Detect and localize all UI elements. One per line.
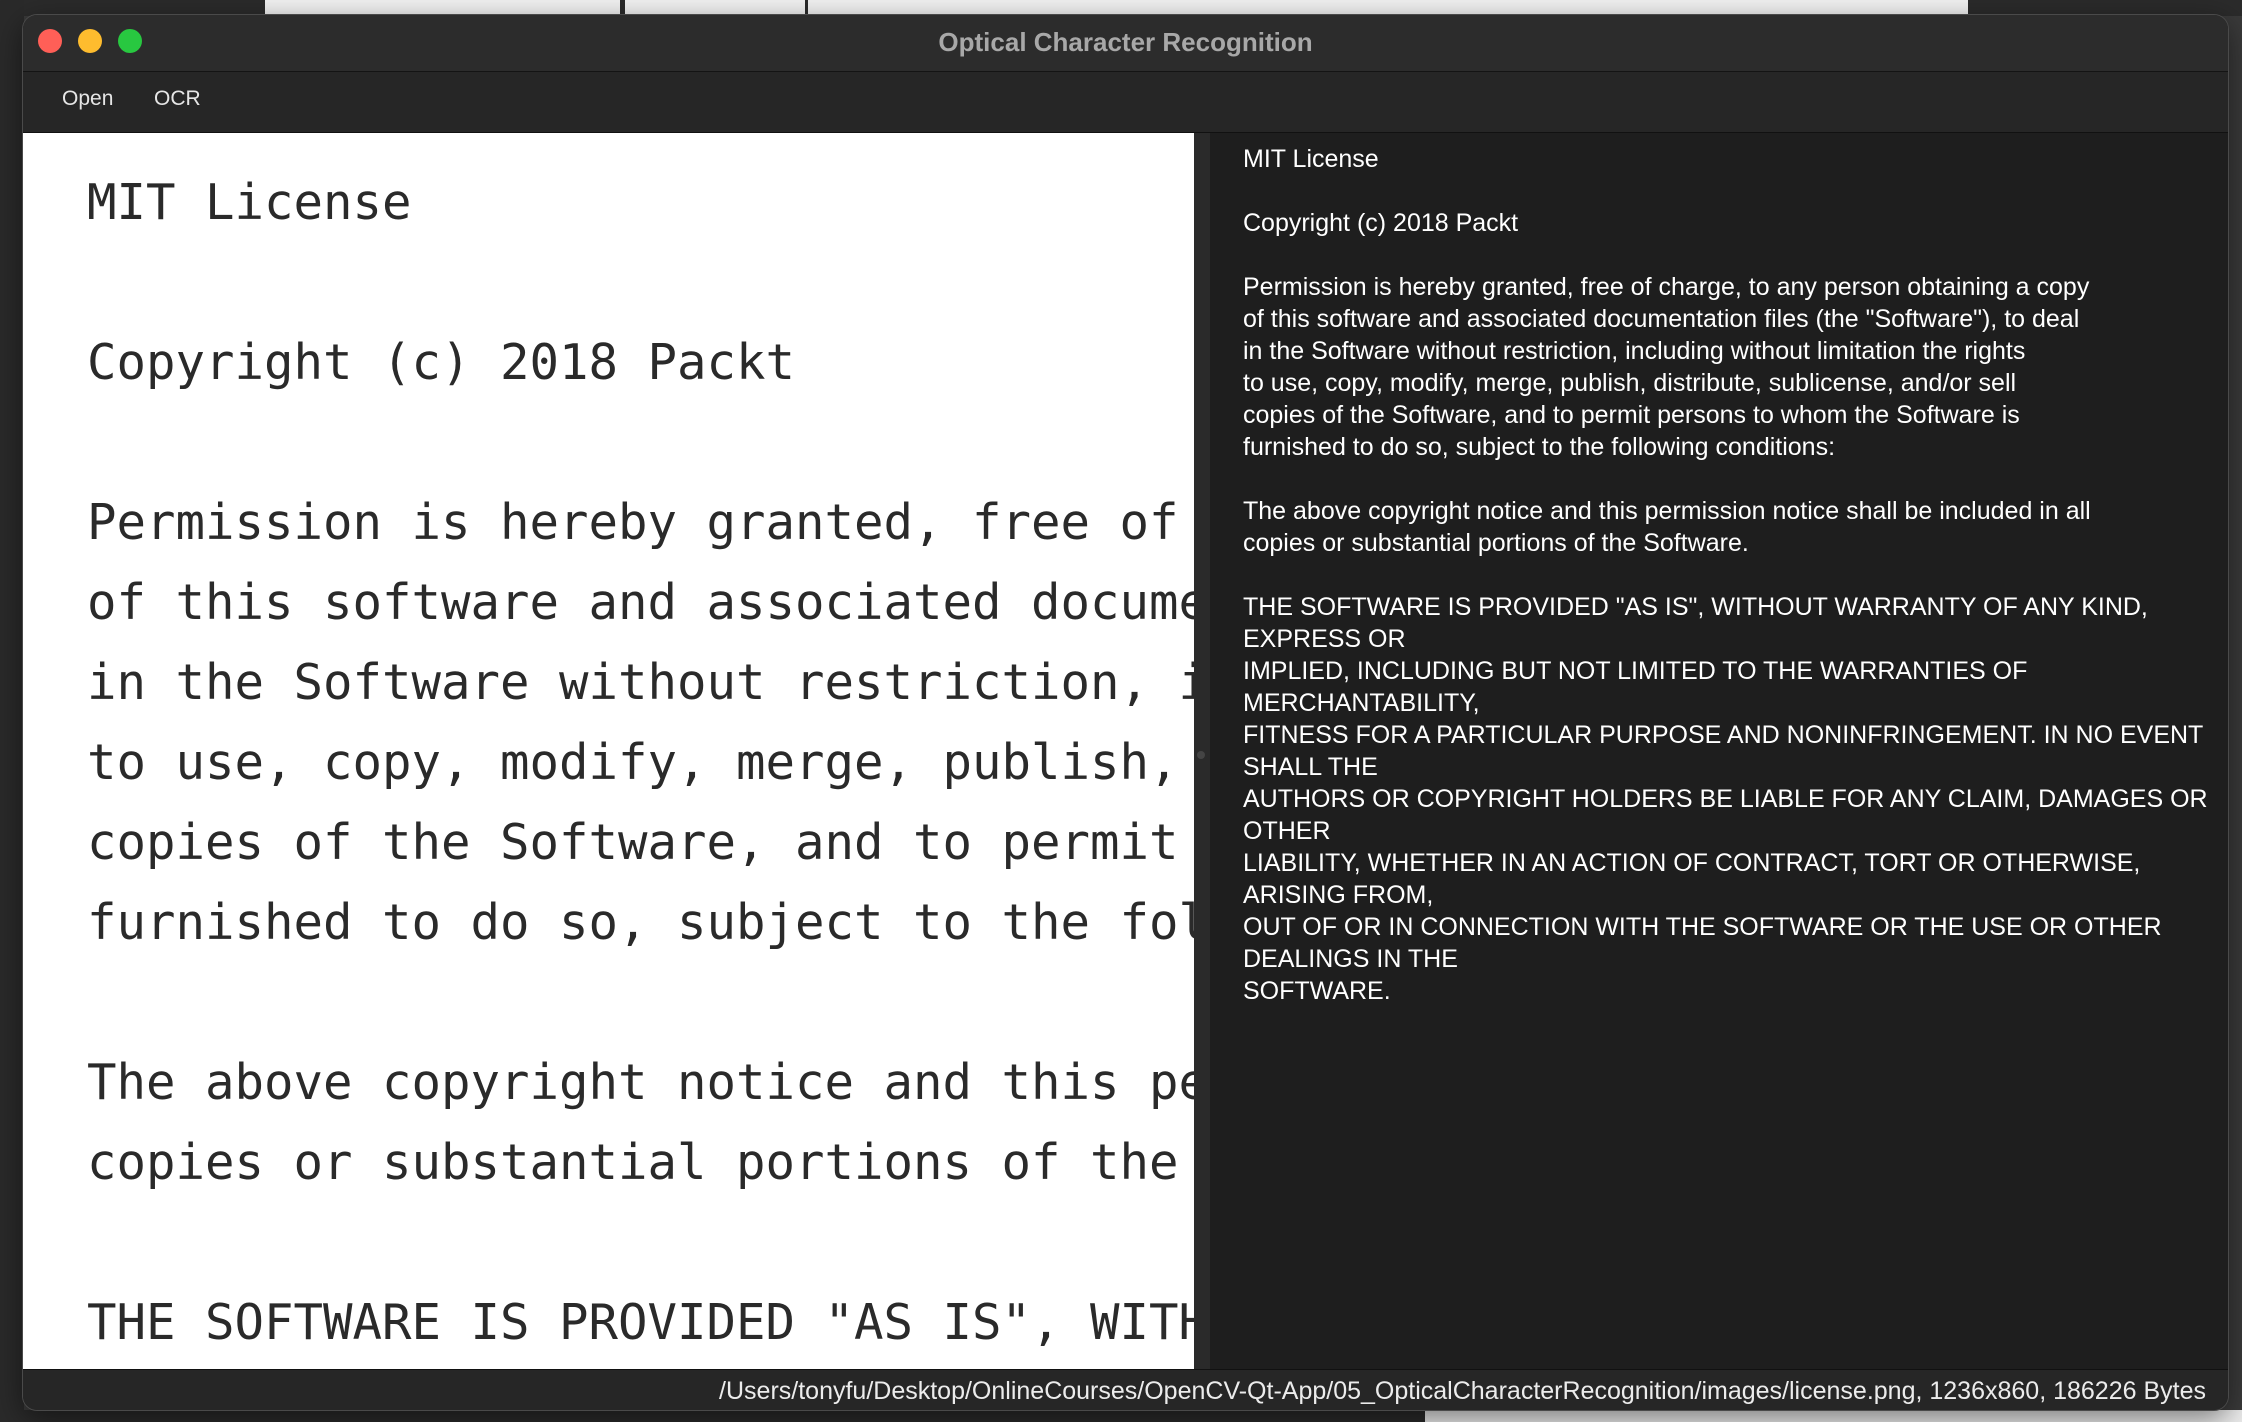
splitter-handle-icon[interactable] <box>1197 751 1205 759</box>
desktop-background-top <box>0 0 2242 16</box>
background-window-strip <box>625 0 805 14</box>
ocr-result-text[interactable]: MIT License Copyright (c) 2018 Packt Per… <box>1243 143 2208 1007</box>
license-image-text: MIT License Copyright (c) 2018 Packt Per… <box>87 174 1194 1351</box>
menu-ocr[interactable]: OCR <box>154 87 201 111</box>
background-window-strip <box>1425 1410 2242 1422</box>
background-window-strip <box>808 0 1968 14</box>
background-window-strip <box>265 0 620 14</box>
status-bar: /Users/tonyfu/Desktop/OnlineCourses/Open… <box>23 1369 2228 1410</box>
window-title: Optical Character Recognition <box>938 27 1313 57</box>
desktop-background-bottom <box>0 1410 2242 1422</box>
pane-splitter[interactable] <box>1194 133 1210 1369</box>
menu-bar: Open OCR <box>23 72 2228 133</box>
ocr-window: Optical Character Recognition Open OCR M… <box>23 15 2228 1410</box>
desktop-background-left <box>0 0 24 1422</box>
title-bar[interactable]: Optical Character Recognition <box>23 15 2228 72</box>
ocr-result-panel[interactable]: MIT License Copyright (c) 2018 Packt Per… <box>1210 133 2228 1369</box>
image-view[interactable]: MIT License Copyright (c) 2018 Packt Per… <box>23 133 1194 1369</box>
menu-open[interactable]: Open <box>62 87 113 111</box>
status-file-info: /Users/tonyfu/Desktop/OnlineCourses/Open… <box>719 1377 2206 1405</box>
